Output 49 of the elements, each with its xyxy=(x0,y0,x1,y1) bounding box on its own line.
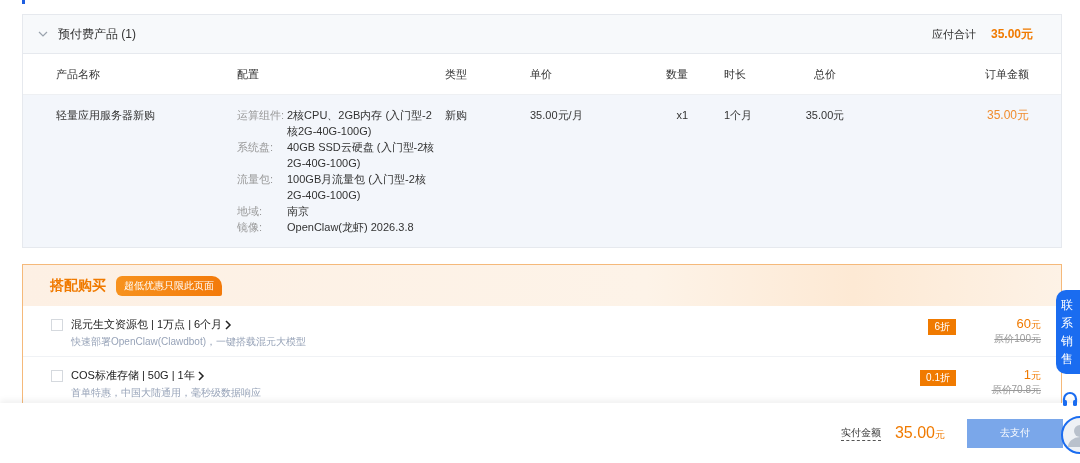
chevron-right-icon[interactable] xyxy=(197,370,205,381)
config-value: OpenClaw(龙虾) 2026.3.8 xyxy=(287,220,415,235)
column-header: 时长 xyxy=(724,67,747,81)
headset-icon[interactable] xyxy=(1062,391,1078,407)
config-value: 100GB月流量包 (入门型-2核2G-40G-100G) xyxy=(287,172,427,203)
item-description: 首单特惠，中国大陆通用，毫秒级数据响应 xyxy=(71,386,261,400)
column-header: 总价 xyxy=(813,67,837,81)
discount-tag: 6折 xyxy=(928,319,956,335)
config-value: 40GB SSD云硬盘 (入门型-2核2G-40G-100G) xyxy=(287,140,436,171)
chevron-right-icon[interactable] xyxy=(225,319,233,330)
config-label: 流量包: xyxy=(237,172,275,187)
table-cell-text: 新购 xyxy=(445,108,468,123)
total-amount: 35.00元 xyxy=(894,424,945,442)
column-header: 订单金额 xyxy=(984,67,1029,81)
config-label: 系统盘: xyxy=(237,140,275,155)
checkbox[interactable] xyxy=(51,370,63,382)
checkbox[interactable] xyxy=(51,319,63,331)
total-label: 应付合计 xyxy=(931,26,976,42)
column-header: 产品名称 xyxy=(56,67,101,81)
column-header: 数量 xyxy=(665,67,688,81)
discount-tag: 0.1折 xyxy=(920,370,956,386)
original-price: 原价100元 xyxy=(993,332,1041,346)
total-label: 实付金额 xyxy=(840,425,881,441)
promo-badge: 超低优惠只限此页面 xyxy=(116,275,222,296)
price: 60元 xyxy=(1015,316,1041,332)
group-title[interactable]: 预付费产品 (1) xyxy=(58,25,136,43)
total-amount: 35.00元 xyxy=(990,25,1033,43)
item-description: 快速部署OpenClaw(Clawdbot)，一键搭载混元大模型 xyxy=(71,335,307,349)
config-label: 地域: xyxy=(237,204,264,219)
table-cell-text: 轻量应用服务器新购 xyxy=(56,108,156,123)
config-value: 南京 xyxy=(287,204,310,219)
chevron-down-icon[interactable] xyxy=(38,31,48,37)
config-value: 2核CPU、2GB内存 (入门型-2核2G-40G-100G) xyxy=(287,108,433,139)
bundle-title: 搭配购买 xyxy=(50,276,106,295)
order-amount: 35.00元 xyxy=(985,108,1029,124)
item-title[interactable]: COS标准存储 | 50G | 1年 xyxy=(71,368,195,383)
price: 1元 xyxy=(1022,367,1041,383)
table-cell-text: x1 xyxy=(675,108,688,123)
column-header: 类型 xyxy=(445,67,468,81)
config-label: 运算组件: xyxy=(237,108,286,123)
table-cell-text: 35.00元 xyxy=(805,108,845,123)
config-label: 镜像: xyxy=(237,220,264,235)
item-title[interactable]: 混元生文资源包 | 1万点 | 6个月 xyxy=(71,317,223,332)
table-cell-text: 35.00元/月 xyxy=(530,108,584,123)
column-header: 单价 xyxy=(530,67,553,81)
contact-sales-tab[interactable]: 联系销售 xyxy=(1056,290,1080,374)
original-price: 原价70.8元 xyxy=(990,383,1041,397)
column-header: 配置 xyxy=(237,67,260,81)
table-cell-text: 1个月 xyxy=(724,108,754,123)
